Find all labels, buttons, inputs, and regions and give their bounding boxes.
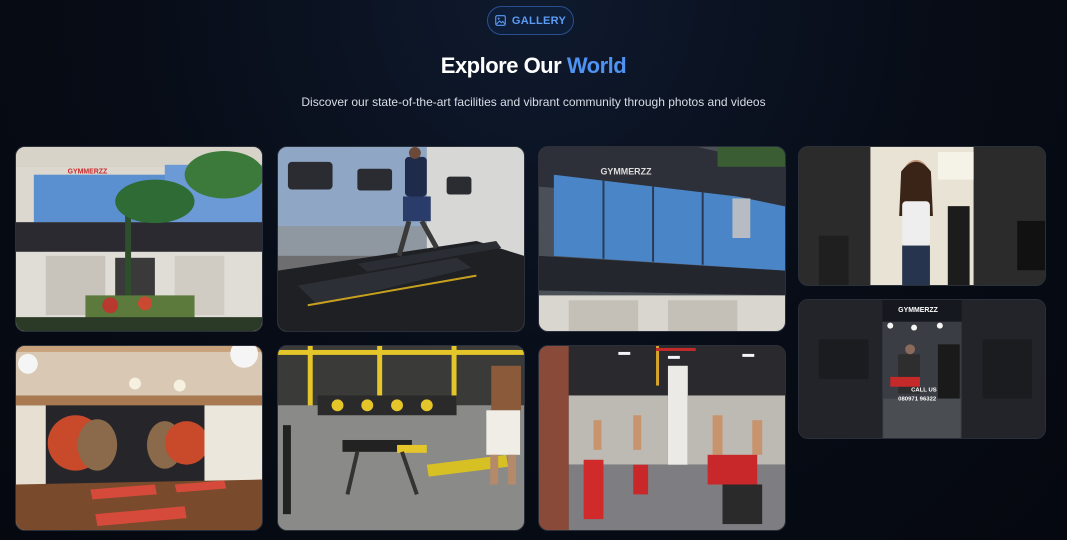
gallery-video-1[interactable] <box>798 146 1046 286</box>
gallery-item-strength-floor[interactable] <box>538 345 786 531</box>
gallery-badge: GALLERY <box>487 6 574 35</box>
section-subtitle: Discover our state-of-the-art facilities… <box>301 95 766 109</box>
weights-area-photo <box>278 346 524 530</box>
strength-floor-photo <box>539 346 785 530</box>
treadmill-photo <box>278 147 524 331</box>
image-icon <box>495 15 506 26</box>
gallery-item-weights-area[interactable] <box>277 345 525 531</box>
gallery-item-gym-exterior[interactable]: GYMMERZZ <box>15 146 263 332</box>
facade-sign: GYMMERZZ <box>601 167 653 177</box>
promo-video-1-thumbnail <box>799 147 1045 285</box>
gallery-item-yoga-studio[interactable] <box>15 345 263 531</box>
video-cta-text: CALL US <box>911 388 937 394</box>
exterior-sign: GYMMERZZ <box>68 169 108 176</box>
gallery-item-gym-facade[interactable]: GYMMERZZ <box>538 146 786 332</box>
gallery-item-treadmill[interactable] <box>277 146 525 332</box>
promo-video-2-thumbnail: GYMMERZZ CALL US 080971 96322 <box>799 300 1045 438</box>
video-brand-text: GYMMERZZ <box>898 307 938 314</box>
section-title-accent: World <box>566 53 627 78</box>
gym-exterior-photo: GYMMERZZ <box>16 147 262 331</box>
video-phone-text: 080971 96322 <box>898 397 937 403</box>
yoga-studio-photo <box>16 346 262 530</box>
gallery-video-2[interactable]: GYMMERZZ CALL US 080971 96322 <box>798 299 1046 439</box>
gym-facade-photo: GYMMERZZ <box>539 147 785 331</box>
section-title-main: Explore Our <box>440 53 562 78</box>
gallery-badge-label: GALLERY <box>511 14 567 27</box>
section-title: Explore Our World <box>0 53 1067 79</box>
